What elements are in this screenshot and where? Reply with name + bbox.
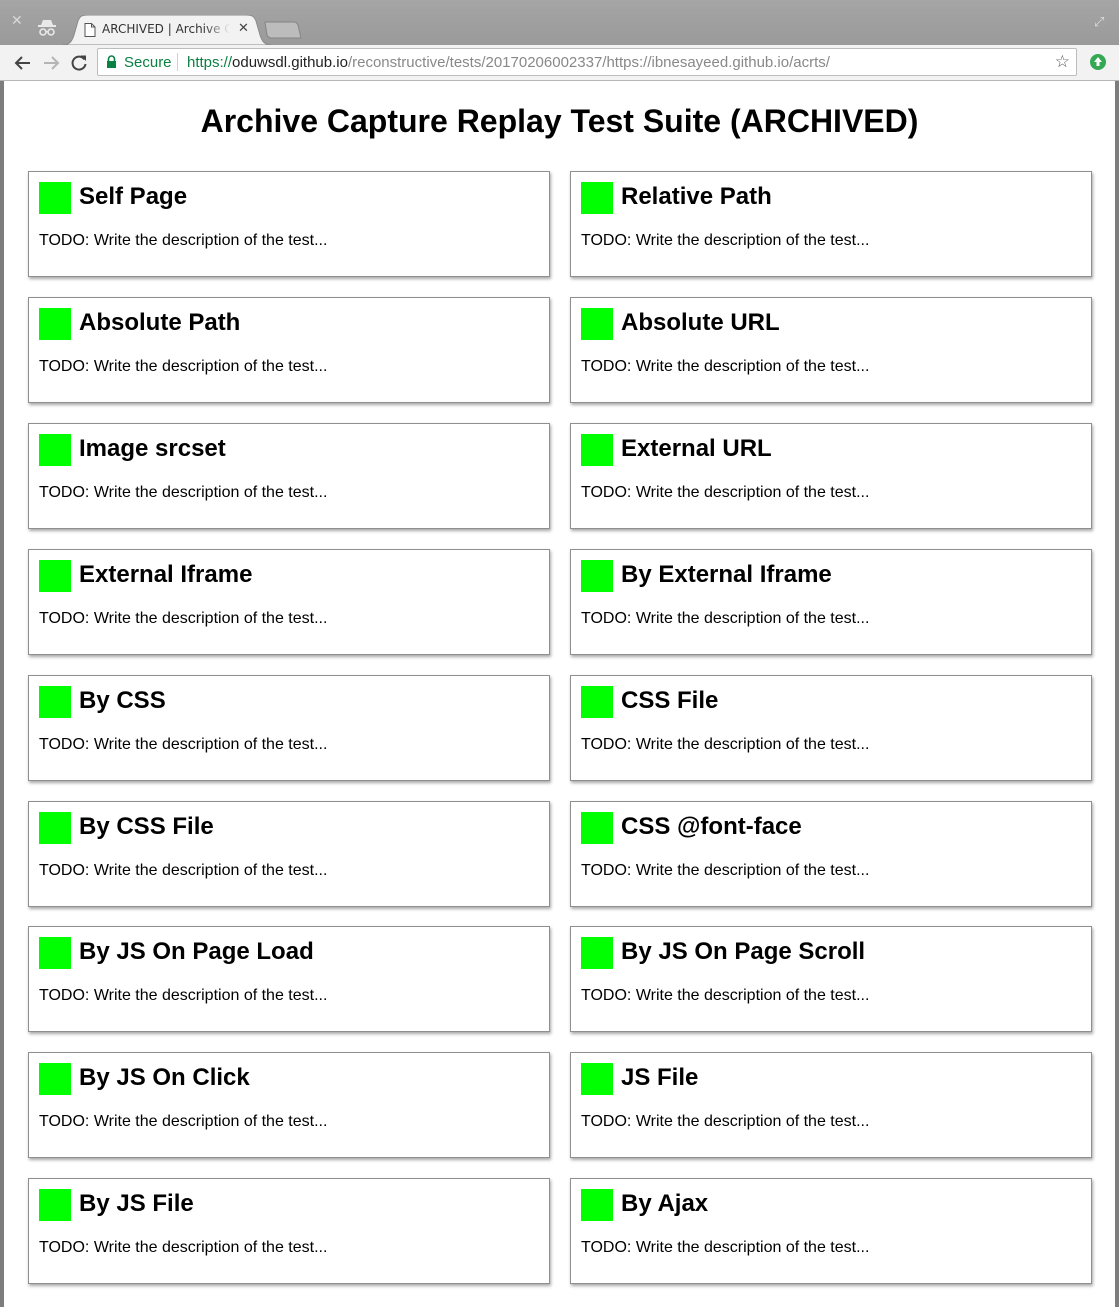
restore-window-icon[interactable]: ⤢: [1094, 15, 1104, 30]
bookmark-star-icon[interactable]: ☆: [1055, 52, 1070, 72]
status-indicator: [581, 685, 613, 718]
status-indicator: [39, 182, 71, 214]
test-card: CSS File TODO: Write the description of t…: [570, 674, 1092, 781]
test-title: Self Page: [79, 183, 188, 210]
test-card: By JS On Page Load TODO: Write the descri…: [28, 926, 550, 1033]
divider: [177, 53, 178, 71]
test-card: Absolute Path TODO: Write the description…: [28, 296, 550, 403]
test-title: By JS On Page Scroll: [621, 938, 866, 966]
forward-arrow-icon[interactable]: [40, 52, 62, 74]
lock-icon: [107, 55, 116, 68]
test-title: By Ajax: [621, 1190, 709, 1218]
test-card: CSS @font-face TODO: Write the descriptio…: [570, 800, 1092, 907]
test-description: TODO: Write the description of the test.…: [581, 1239, 870, 1257]
status-indicator: [581, 1063, 613, 1096]
incognito-icon: [38, 20, 56, 36]
status-indicator: [39, 433, 71, 466]
test-description: TODO: Write the description of the test.…: [39, 483, 328, 501]
test-title: Image srcset: [79, 434, 226, 462]
browser-window: ✕ ARCHIVED | Archive Capture Replay Test…: [0, 0, 1119, 1307]
test-card: By CSS File TODO: Write the description o…: [28, 800, 550, 907]
status-indicator: [581, 1189, 613, 1222]
test-description: TODO: Write the description of the test.…: [581, 1113, 870, 1131]
test-description: TODO: Write the description of the test.…: [581, 609, 870, 627]
test-description: TODO: Write the description of the test.…: [39, 609, 328, 627]
test-title: External Iframe: [79, 560, 253, 588]
test-title: By JS On Page Load: [79, 938, 314, 966]
back-arrow-icon[interactable]: [12, 52, 34, 74]
status-indicator: [39, 685, 71, 718]
status-indicator: [39, 307, 71, 340]
toolbar: Secure https://oduwsdl.github.io/reconst…: [0, 45, 1119, 81]
status-indicator: [39, 811, 71, 844]
test-card: External Iframe TODO: Write the descripti…: [28, 548, 550, 655]
test-title: By JS On Click: [79, 1064, 250, 1092]
test-description: TODO: Write the description of the test.…: [581, 357, 870, 375]
url-scheme: https://: [187, 54, 233, 71]
address-bar[interactable]: Secure https://oduwsdl.github.io/reconst…: [97, 48, 1077, 76]
secure-label: Secure: [124, 54, 172, 71]
test-title: Absolute Path: [79, 308, 241, 336]
status-indicator: [581, 937, 613, 970]
test-card: Absolute URL TODO: Write the description …: [570, 296, 1092, 403]
page-icon: [84, 23, 96, 37]
test-description: TODO: Write the description of the test.…: [39, 861, 328, 879]
test-description: TODO: Write the description of the test.…: [39, 357, 328, 375]
status-indicator: [581, 182, 613, 214]
test-title: CSS File: [621, 686, 719, 714]
status-indicator: [39, 1189, 71, 1222]
test-description: TODO: Write the description of the test.…: [581, 232, 870, 249]
url-path: /reconstructive/tests/20170206002337/htt…: [347, 54, 830, 71]
test-description: TODO: Write the description of the test.…: [581, 987, 870, 1005]
status-indicator: [39, 559, 71, 592]
status-indicator: [39, 1063, 71, 1096]
test-card: By External Iframe TODO: Write the descri…: [570, 548, 1092, 655]
url-text[interactable]: https://oduwsdl.github.io/reconstructive…: [187, 54, 830, 71]
url-host: oduwsdl.github.io: [232, 54, 348, 71]
test-card: By JS On Click TODO: Write the descriptio…: [28, 1052, 550, 1159]
test-card: By CSS TODO: Write the description of the…: [28, 674, 550, 781]
test-card: By JS File TODO: Write the description of…: [28, 1178, 550, 1285]
test-description: TODO: Write the description of the test.…: [39, 1113, 328, 1131]
reload-icon[interactable]: [68, 52, 90, 74]
tab-close-icon[interactable]: ✕: [238, 21, 249, 36]
test-card: External URL TODO: Write the description …: [570, 422, 1092, 529]
test-title: JS File: [621, 1064, 699, 1092]
status-indicator: [581, 559, 613, 592]
test-title: By JS File: [79, 1190, 194, 1218]
page-content: Archive Capture Replay Test Suite (ARCHI…: [4, 81, 1115, 1307]
test-description: TODO: Write the description of the test.…: [39, 735, 328, 753]
test-title: CSS @font-face: [621, 812, 802, 840]
test-description: TODO: Write the description of the test.…: [39, 1239, 328, 1257]
test-title: By CSS: [79, 686, 166, 714]
test-card: Relative Path TODO: Write the description…: [570, 171, 1092, 277]
test-description: TODO: Write the description of the test.…: [581, 735, 870, 753]
test-description: TODO: Write the description of the test.…: [581, 483, 870, 501]
test-card: By JS On Page Scroll TODO: Write the desc…: [570, 926, 1092, 1033]
status-indicator: [581, 811, 613, 844]
new-tab-button[interactable]: [264, 21, 302, 39]
status-indicator: [39, 937, 71, 970]
status-indicator: [581, 433, 613, 466]
test-card: Self Page TODO: Write the description of …: [28, 171, 550, 277]
status-indicator: [581, 307, 613, 340]
page-title: Archive Capture Replay Test Suite (ARCHI…: [200, 103, 919, 139]
test-title: By External Iframe: [621, 560, 832, 588]
test-title: Relative Path: [621, 183, 772, 210]
test-description: TODO: Write the description of the test.…: [39, 987, 328, 1005]
test-card: Image srcset TODO: Write the description …: [28, 422, 550, 529]
test-description: TODO: Write the description of the test.…: [581, 861, 870, 879]
tab-active[interactable]: ARCHIVED | Archive Capture Replay Test S…: [62, 15, 272, 45]
test-description: TODO: Write the description of the test.…: [39, 232, 328, 249]
test-title: By CSS File: [79, 812, 214, 840]
window-close-icon[interactable]: ✕: [11, 13, 23, 29]
tab-title: ARCHIVED | Archive Capture Replay Test S…: [102, 22, 230, 36]
test-title: External URL: [621, 434, 772, 462]
tab-strip: ✕ ARCHIVED | Archive Capture Replay Test…: [0, 0, 1119, 45]
test-card: By Ajax TODO: Write the description of th…: [570, 1178, 1092, 1285]
test-title: Absolute URL: [621, 308, 780, 336]
extension-icon[interactable]: [1089, 53, 1107, 71]
test-card: JS File TODO: Write the description of th…: [570, 1052, 1092, 1159]
